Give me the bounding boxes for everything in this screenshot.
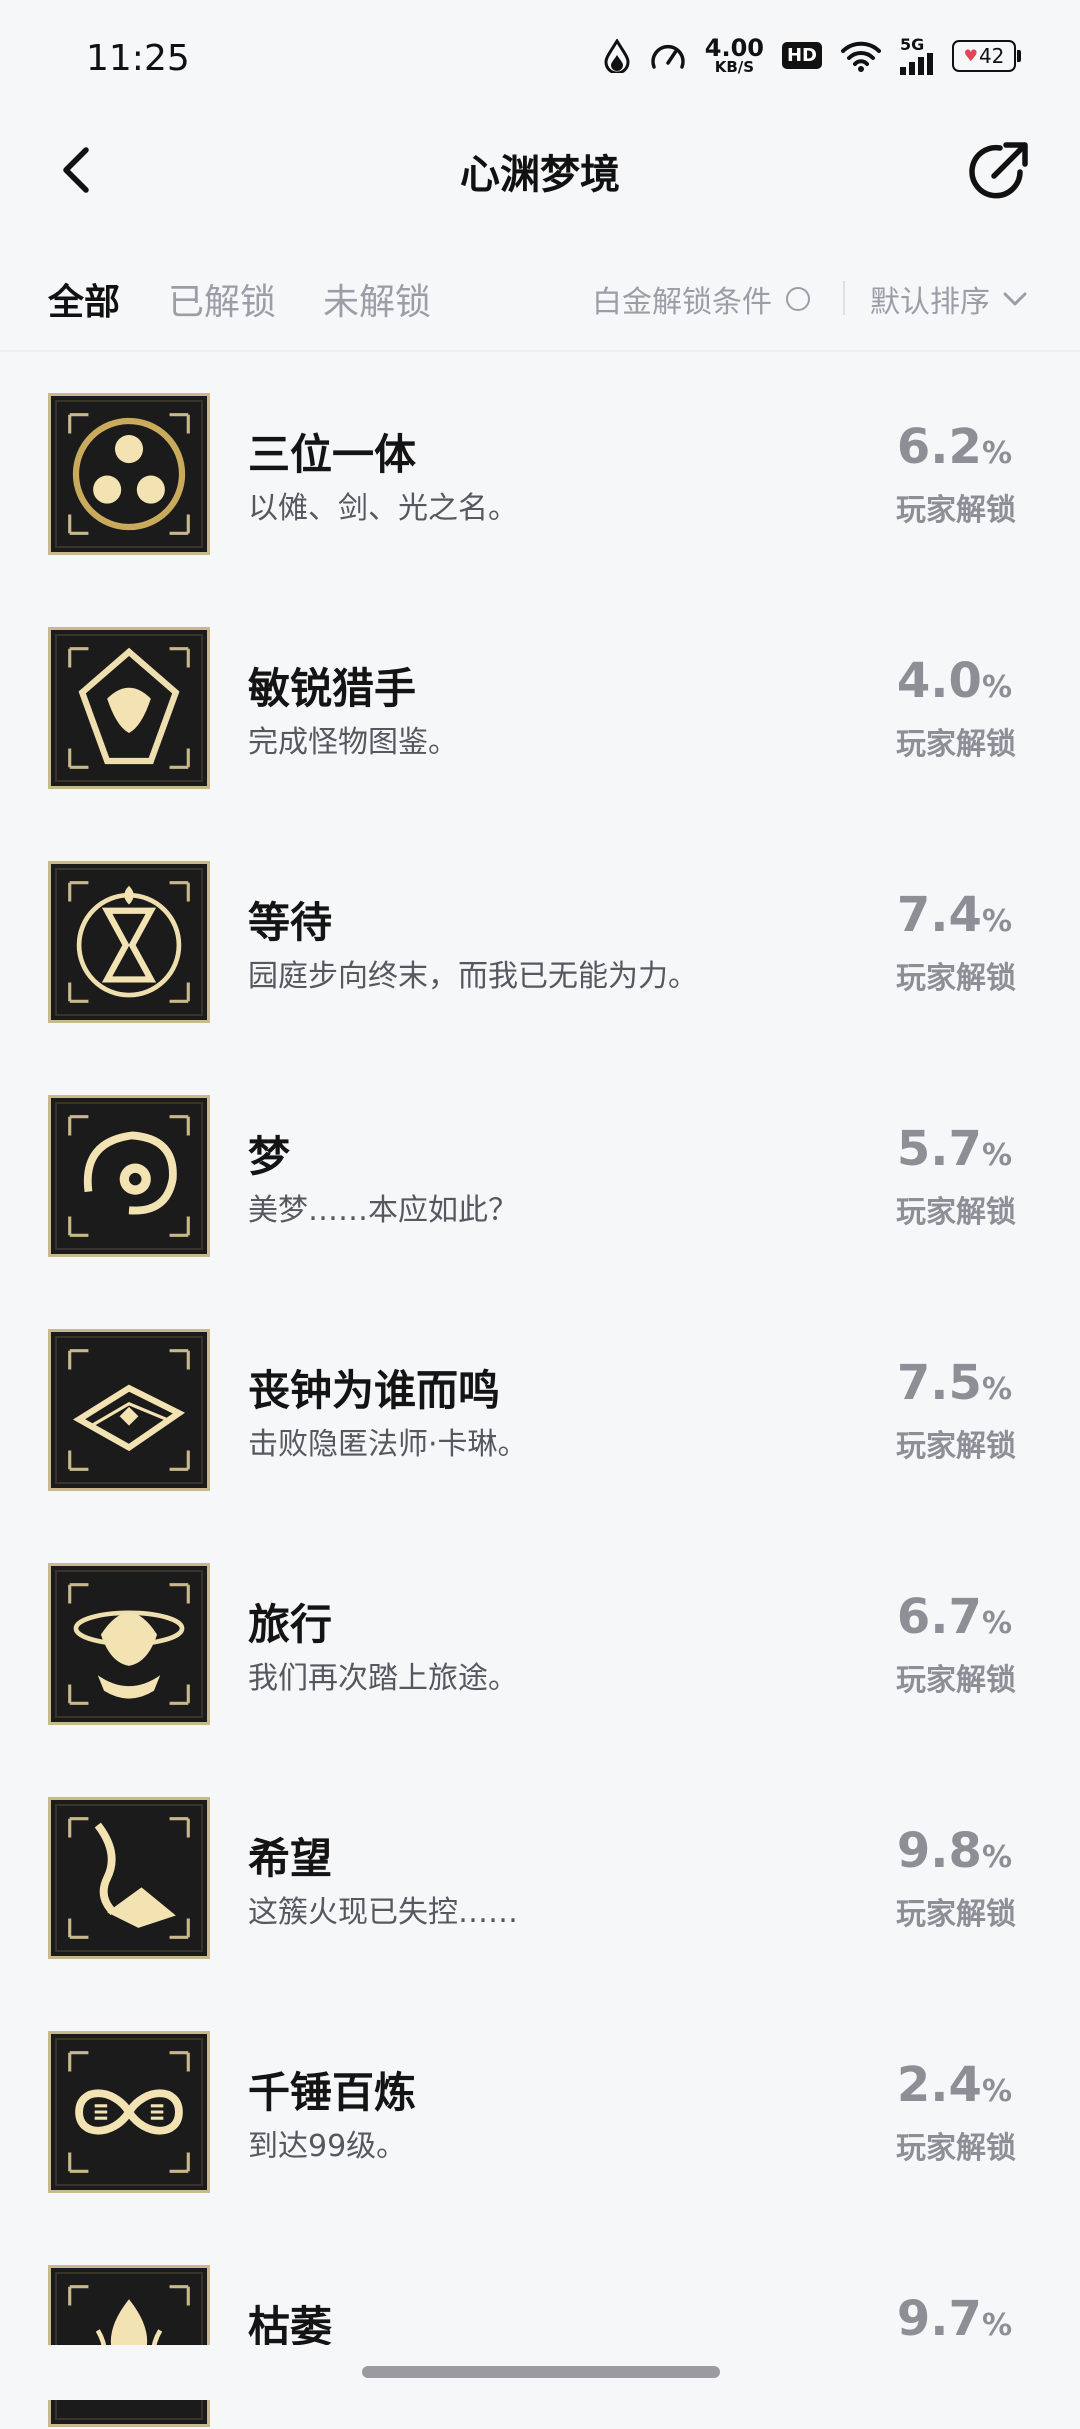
achievement-description: 美梦……本应如此？ bbox=[248, 1193, 518, 1228]
battery-indicator: ♥ 42 bbox=[952, 39, 1021, 72]
cellular-signal: 5G bbox=[900, 36, 934, 75]
achievement-item[interactable]: 希望 这簇火现已失控…… 9.8% 玩家解锁 bbox=[0, 1797, 1080, 1961]
status-icons: 4.00 KB/S HD 5G ♥ 42 bbox=[603, 34, 1021, 76]
unlock-label: 玩家解锁 bbox=[896, 2131, 1016, 2166]
achievement-title: 等待 bbox=[248, 898, 333, 947]
status-bar: 11:25 4.00 KB/S HD 5G ♥ 42 bbox=[0, 0, 1080, 120]
achievement-title: 丧钟为谁而鸣 bbox=[248, 1366, 501, 1415]
achievement-description: 以傩、剑、光之名。 bbox=[248, 491, 518, 526]
achievement-description: 到达99级。 bbox=[248, 2129, 407, 2164]
unlock-label: 玩家解锁 bbox=[896, 1195, 1016, 1230]
trinity-emblem-icon bbox=[48, 393, 210, 555]
achievement-title: 三位一体 bbox=[248, 430, 417, 479]
achievement-title: 希望 bbox=[248, 1834, 333, 1883]
achievement-item[interactable]: 丧钟为谁而鸣 击败隐匿法师·卡琳。 7.5% 玩家解锁 bbox=[0, 1329, 1080, 1493]
unlock-percent: 7.5% bbox=[896, 1355, 1012, 1411]
tab-locked[interactable]: 未解锁 bbox=[323, 273, 431, 325]
unlock-percent: 6.2% bbox=[896, 419, 1012, 475]
achievement-item[interactable]: 敏锐猎手 完成怪物图鉴。 4.0% 玩家解锁 bbox=[0, 627, 1080, 791]
unlock-percent: 9.8% bbox=[896, 1823, 1012, 1879]
unlock-label: 玩家解锁 bbox=[896, 1663, 1016, 1698]
unlock-label: 玩家解锁 bbox=[896, 1897, 1016, 1932]
sort-dropdown[interactable]: 默认排序 bbox=[870, 277, 1028, 321]
hourglass-lantern-icon bbox=[48, 861, 210, 1023]
achievement-title: 梦 bbox=[248, 1132, 291, 1181]
speedometer-icon bbox=[651, 44, 685, 69]
network-speed: 4.00 KB/S bbox=[704, 34, 764, 76]
status-time: 11:25 bbox=[86, 38, 190, 79]
share-arrow-icon bbox=[969, 142, 1028, 199]
infinity-icon bbox=[48, 2031, 210, 2193]
unlock-percent: 6.7% bbox=[896, 1589, 1012, 1645]
achievement-item[interactable]: 旅行 我们再次踏上旅途。 6.7% 玩家解锁 bbox=[0, 1563, 1080, 1727]
journey-mask-icon bbox=[48, 1563, 210, 1725]
dream-creature-icon bbox=[48, 1095, 210, 1257]
heart-icon: ♥ bbox=[963, 46, 978, 65]
wifi-icon bbox=[841, 41, 881, 72]
tab-all[interactable]: 全部 bbox=[48, 273, 120, 325]
unlock-percent: 5.7% bbox=[896, 1121, 1012, 1177]
unlock-label: 玩家解锁 bbox=[896, 493, 1016, 528]
achievement-title: 旅行 bbox=[248, 1600, 333, 1649]
achievement-title: 敏锐猎手 bbox=[248, 664, 417, 713]
signal-bars-icon bbox=[900, 52, 933, 75]
achievement-item[interactable]: 梦 美梦……本应如此？ 5.7% 玩家解锁 bbox=[0, 1095, 1080, 1259]
unlock-percent: 2.4% bbox=[896, 2057, 1012, 2113]
share-button[interactable] bbox=[964, 136, 1034, 206]
chevron-down-icon bbox=[1003, 292, 1027, 306]
sort-label: 默认排序 bbox=[870, 285, 990, 320]
radio-icon[interactable] bbox=[786, 287, 810, 311]
water-drop-icon bbox=[604, 38, 630, 73]
achievement-description: 这簇火现已失控…… bbox=[248, 1895, 518, 1930]
tab-unlocked[interactable]: 已解锁 bbox=[168, 273, 276, 325]
hunter-emblem-icon bbox=[48, 627, 210, 789]
filter-divider bbox=[843, 281, 845, 315]
unlock-label: 玩家解锁 bbox=[896, 961, 1016, 996]
header: 心渊梦境 bbox=[0, 120, 1080, 220]
achievement-description: 园庭步向终末，而我已无能为力。 bbox=[248, 959, 698, 994]
achievement-description: 击败隐匿法师·卡琳。 bbox=[248, 1427, 528, 1462]
achievement-description: 完成怪物图鉴。 bbox=[248, 725, 458, 760]
unlock-label: 玩家解锁 bbox=[896, 727, 1016, 762]
achievement-title: 千锤百炼 bbox=[248, 2068, 417, 2117]
spellbook-icon bbox=[48, 1329, 210, 1491]
unlock-label: 玩家解锁 bbox=[896, 1429, 1016, 1464]
section-divider bbox=[0, 350, 1080, 352]
home-indicator[interactable] bbox=[362, 2366, 720, 2378]
page-title: 心渊梦境 bbox=[460, 152, 620, 198]
platinum-condition-toggle[interactable]: 白金解锁条件 bbox=[592, 277, 810, 321]
hd-badge: HD bbox=[781, 42, 822, 69]
achievement-description: 我们再次踏上旅途。 bbox=[248, 1661, 518, 1696]
platinum-condition-label: 白金解锁条件 bbox=[592, 285, 772, 320]
achievement-item[interactable]: 千锤百炼 到达99级。 2.4% 玩家解锁 bbox=[0, 2031, 1080, 2195]
unlock-percent: 9.7% bbox=[896, 2291, 1012, 2347]
flame-wing-icon bbox=[48, 1797, 210, 1959]
unlock-percent: 4.0% bbox=[896, 653, 1012, 709]
unlock-percent: 7.4% bbox=[896, 887, 1012, 943]
filter-tabs: 全部 已解锁 未解锁 白金解锁条件 默认排序 bbox=[0, 255, 1080, 335]
achievement-item[interactable]: 三位一体 以傩、剑、光之名。 6.2% 玩家解锁 bbox=[0, 393, 1080, 557]
achievement-item[interactable]: 等待 园庭步向终末，而我已无能为力。 7.4% 玩家解锁 bbox=[0, 861, 1080, 1025]
